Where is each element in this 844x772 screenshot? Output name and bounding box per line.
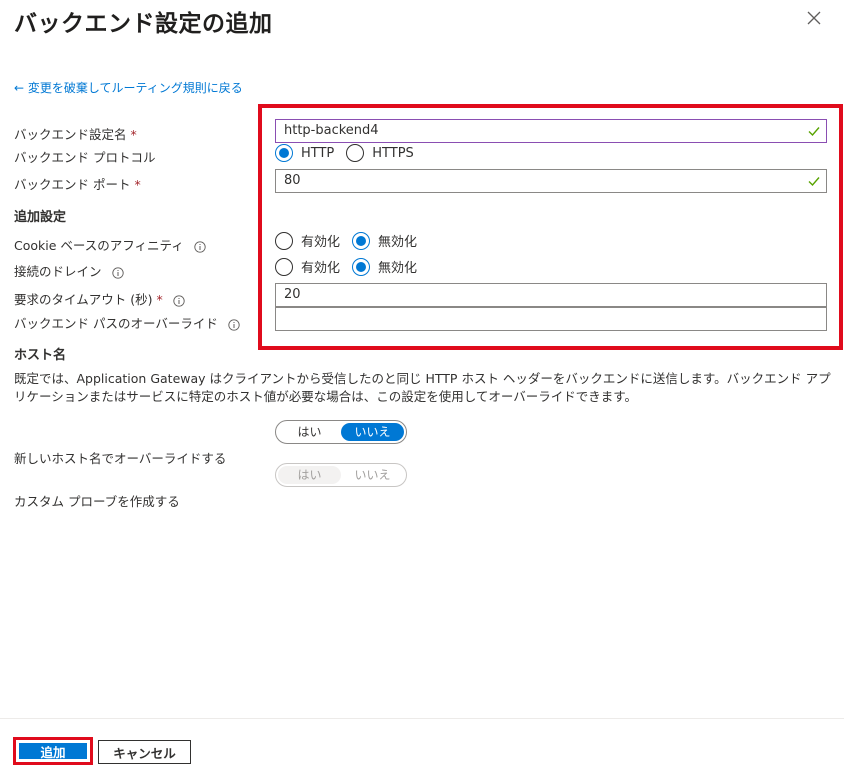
cookie-affinity-radio-group: 有効化 無効化 <box>275 231 429 250</box>
close-button[interactable] <box>800 4 828 32</box>
backend-setting-name-input[interactable]: http-backend4 <box>275 119 827 143</box>
connection-draining-enable-radio[interactable]: 有効化 <box>275 257 340 276</box>
override-host-name-no[interactable]: いいえ <box>341 423 404 441</box>
page-title: バックエンド設定の追加 <box>14 11 273 37</box>
valid-check-icon <box>808 127 820 137</box>
host-name-description: 既定では、Application Gateway はクライアントから受信したのと… <box>14 371 831 404</box>
request-timeout-label: 要求のタイムアウト (秒) * <box>14 289 185 308</box>
backend-path-override-label: バックエンド パスのオーバーライド <box>14 313 240 332</box>
radio-checked-icon <box>352 257 371 276</box>
back-to-routing-rule-link[interactable]: ← 変更を破棄してルーティング規則に戻る <box>14 79 243 96</box>
custom-probe-label: カスタム プローブを作成する <box>14 494 180 509</box>
radio-checked-icon <box>352 231 371 250</box>
cookie-affinity-enable-radio[interactable]: 有効化 <box>275 231 340 250</box>
cookie-affinity-label: Cookie ベースのアフィニティ <box>14 235 206 254</box>
protocol-https-radio[interactable]: HTTPS <box>346 144 414 162</box>
override-host-name-toggle[interactable]: はい いいえ <box>275 420 407 444</box>
radio-checked-icon <box>275 144 293 162</box>
backend-port-label: バックエンド ポート * <box>14 177 141 192</box>
radio-unchecked-icon <box>275 231 293 250</box>
info-icon[interactable] <box>228 318 240 331</box>
backend-protocol-label: バックエンド プロトコル <box>14 150 156 165</box>
override-host-name-label: 新しいホスト名でオーバーライドする <box>14 451 227 466</box>
info-icon[interactable] <box>173 294 185 307</box>
valid-check-icon <box>808 177 820 187</box>
backend-path-override-input[interactable] <box>275 307 827 331</box>
add-button[interactable]: 追加 <box>19 743 87 760</box>
protocol-http-radio[interactable]: HTTP <box>275 144 334 162</box>
custom-probe-toggle[interactable]: はい いいえ <box>275 463 407 487</box>
footer-divider <box>0 718 844 719</box>
backend-protocol-radio-group: HTTP HTTPS <box>275 144 426 162</box>
add-button-highlight: 追加 <box>13 737 93 765</box>
connection-draining-radio-group: 有効化 無効化 <box>275 257 429 276</box>
backend-setting-name-label: バックエンド設定名 * <box>14 127 137 142</box>
radio-unchecked-icon <box>275 257 293 276</box>
backend-port-input[interactable]: 80 <box>275 169 827 193</box>
custom-probe-yes[interactable]: はい <box>278 466 341 484</box>
connection-draining-label: 接続のドレイン <box>14 261 124 280</box>
host-name-heading: ホスト名 <box>14 348 67 363</box>
connection-draining-disable-radio[interactable]: 無効化 <box>352 257 417 276</box>
info-icon[interactable] <box>194 240 206 253</box>
request-timeout-input[interactable]: 20 <box>275 283 827 307</box>
additional-settings-heading: 追加設定 <box>14 210 67 225</box>
custom-probe-no[interactable]: いいえ <box>341 466 404 484</box>
close-icon <box>807 11 821 25</box>
info-icon[interactable] <box>111 266 124 279</box>
cookie-affinity-disable-radio[interactable]: 無効化 <box>352 231 417 250</box>
override-host-name-yes[interactable]: はい <box>278 423 341 441</box>
cancel-button[interactable]: キャンセル <box>98 740 191 764</box>
radio-unchecked-icon <box>346 144 365 162</box>
